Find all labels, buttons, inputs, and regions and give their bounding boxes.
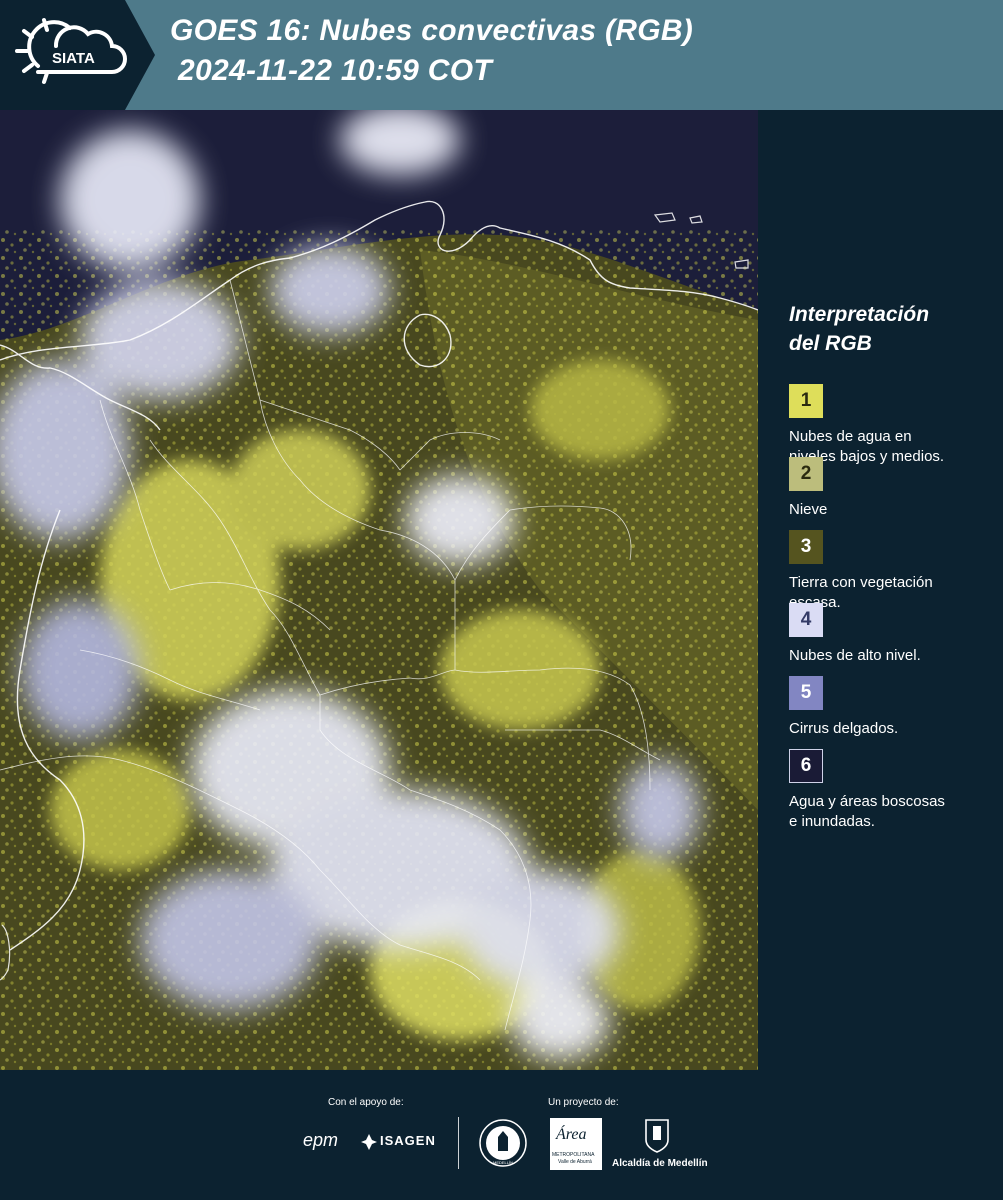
legend-label-line1: Nubes de alto nivel. bbox=[789, 647, 921, 664]
support-caption: Con el apoyo de: bbox=[328, 1097, 404, 1108]
project-caption: Un proyecto de: bbox=[548, 1097, 619, 1108]
legend-label-line1: Nieve bbox=[789, 501, 828, 518]
alcaldia-logo: Alcaldía de Medellín bbox=[612, 1118, 708, 1170]
header-bar: SIATA GOES 16: Nubes convectivas (RGB) 2… bbox=[0, 0, 1003, 110]
legend-title-line2: del RGB bbox=[789, 332, 872, 355]
footer-divider bbox=[458, 1117, 459, 1169]
siata-logo-text: SIATA bbox=[52, 50, 95, 67]
legend-label-2: Nieve bbox=[789, 500, 994, 520]
epm-logo: epm bbox=[303, 1130, 339, 1150]
legend-label-line1: Cirrus delgados. bbox=[789, 720, 899, 737]
map-timestamp: 2024-11-22 10:59 COT bbox=[178, 54, 492, 87]
legend-title: Interpretación del RGB bbox=[789, 300, 989, 358]
legend-label-6: Agua y áreas boscosas e inundadas. bbox=[789, 792, 994, 832]
isagen-logo: ISAGEN bbox=[360, 1132, 440, 1154]
legend-label-4: Nubes de alto nivel. bbox=[789, 646, 994, 666]
alcaldia-shield-icon bbox=[645, 1119, 669, 1153]
legend-swatch-3: 3 bbox=[789, 530, 823, 564]
legend-label-line2: e inundadas. bbox=[789, 813, 875, 830]
area-logo-text: Área bbox=[556, 1126, 587, 1143]
legend-swatch-5: 5 bbox=[789, 676, 823, 710]
area-metropolitana-logo: Área METROPOLITANA Valle de Aburrá bbox=[550, 1118, 602, 1170]
isagen-icon bbox=[361, 1134, 377, 1150]
alcaldia-text: Alcaldía de Medellín bbox=[612, 1158, 708, 1169]
area-logo-sub1: METROPOLITANA bbox=[552, 1152, 595, 1158]
legend-swatch-4: 4 bbox=[789, 603, 823, 637]
area-logo-sub2: Valle de Aburrá bbox=[558, 1159, 592, 1165]
map-title: GOES 16: Nubes convectivas (RGB) bbox=[170, 14, 694, 47]
legend-title-line1: Interpretación bbox=[789, 303, 930, 326]
siata-logo: SIATA bbox=[0, 0, 155, 110]
legend-label-line1: Nubes de agua en bbox=[789, 428, 912, 445]
legend-label-line1: Tierra con vegetación bbox=[789, 574, 933, 591]
legend-label-line1: Agua y áreas boscosas bbox=[789, 793, 945, 810]
medellin-seal-logo: MEDELLÍN bbox=[478, 1117, 528, 1169]
legend-swatch-1: 1 bbox=[789, 384, 823, 418]
legend-swatch-2: 2 bbox=[789, 457, 823, 491]
seal-text: MEDELLÍN bbox=[493, 1160, 513, 1165]
legend-swatch-6: 6 bbox=[789, 749, 823, 783]
isagen-logo-text: ISAGEN bbox=[380, 1133, 436, 1148]
satellite-map bbox=[0, 110, 758, 1070]
legend-label-5: Cirrus delgados. bbox=[789, 719, 994, 739]
